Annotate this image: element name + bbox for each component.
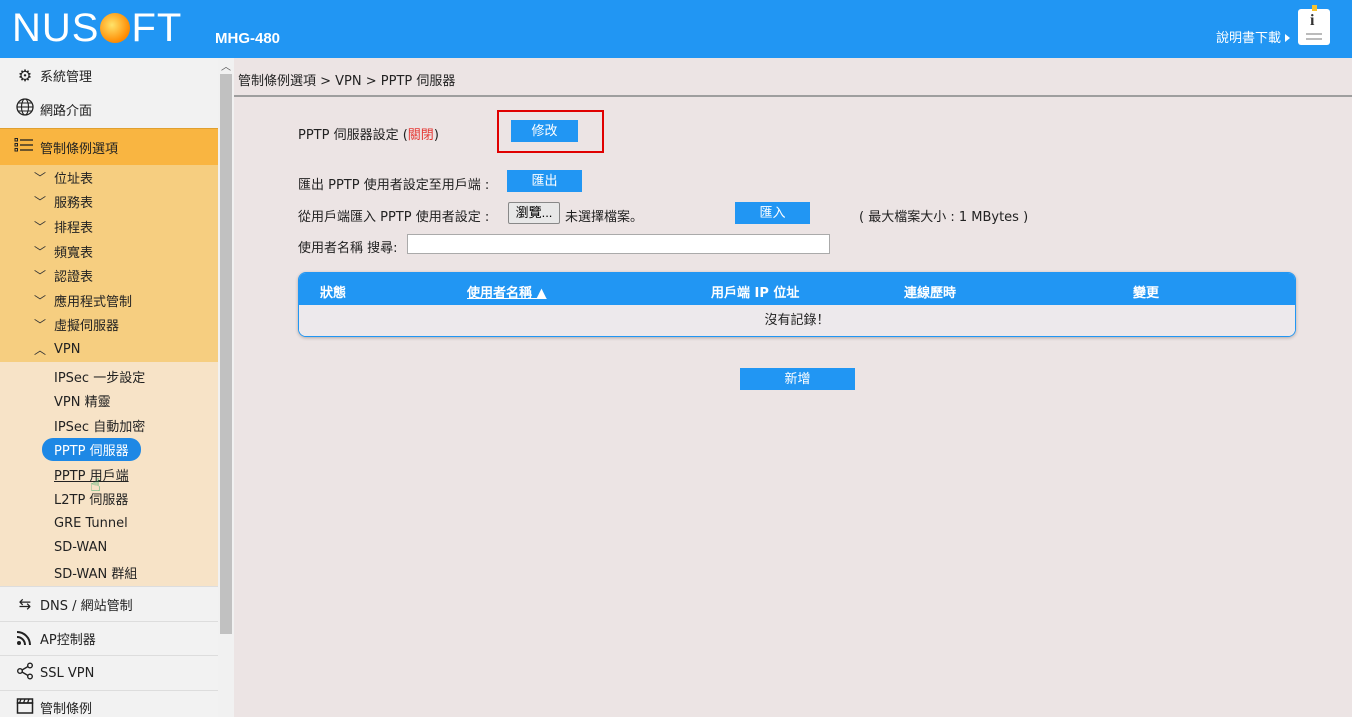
sidebar-item-bandwidth[interactable]: ﹀ 頻寬表 bbox=[0, 239, 218, 264]
chevron-up-icon: ︿ bbox=[34, 342, 47, 357]
scroll-up-icon[interactable]: ︿ bbox=[221, 58, 231, 73]
col-change[interactable]: 變更 bbox=[1133, 282, 1159, 301]
empty-row: 沒有記錄！ bbox=[299, 305, 1295, 336]
top-header: NUS FT MHG-480 說明書下載 i bbox=[0, 0, 1352, 58]
import-label: 從用戶端匯入 PPTP 使用者設定 : bbox=[298, 210, 490, 225]
chevron-down-icon: ﹀ bbox=[34, 170, 47, 185]
sidebar-item-system[interactable]: ⚙ 系統管理 bbox=[0, 58, 218, 92]
clapper-icon bbox=[14, 697, 36, 717]
globe-icon bbox=[14, 98, 36, 120]
model-name: MHG-480 bbox=[215, 30, 281, 47]
table-header: 狀態 使用者名稱 ▲ 用戶端 IP 位址 連線歷時 變更 bbox=[299, 273, 1295, 305]
col-status[interactable]: 狀態 bbox=[320, 282, 346, 301]
info-document-icon[interactable]: i bbox=[1298, 5, 1330, 45]
modify-button[interactable]: 修改 bbox=[511, 120, 578, 142]
max-size-text: ( 最大檔案大小 : 1 MBytes ) bbox=[859, 210, 1029, 225]
sidebar-item-vpn[interactable]: ︿ VPN bbox=[0, 337, 218, 362]
import-button[interactable]: 匯入 bbox=[735, 202, 810, 224]
gear-icon: ⚙ bbox=[17, 65, 33, 85]
server-status: 關閉 bbox=[407, 128, 434, 143]
sidebar-item-l2tp-server[interactable]: L2TP 伺服器 bbox=[0, 486, 218, 511]
col-username[interactable]: 使用者名稱 ▲ bbox=[467, 282, 547, 301]
breadcrumb: 管制條例選項 > VPN > PPTP 伺服器 bbox=[238, 74, 456, 89]
wifi-icon bbox=[14, 628, 36, 650]
hand-cursor-icon: ☝ bbox=[90, 475, 101, 496]
search-label: 使用者名稱 搜尋: bbox=[298, 241, 398, 256]
scrollbar-thumb[interactable] bbox=[220, 74, 232, 634]
sidebar-item-ap-controller[interactable]: AP控制器 bbox=[0, 620, 218, 656]
sidebar-item-app-control[interactable]: ﹀ 應用程式管制 bbox=[0, 288, 218, 313]
chevron-down-icon: ﹀ bbox=[34, 269, 47, 284]
play-arrow-icon bbox=[1285, 34, 1290, 42]
export-button[interactable]: 匯出 bbox=[507, 170, 582, 192]
sidebar-item-ssl-vpn[interactable]: SSL VPN bbox=[0, 655, 218, 690]
sidebar: ⚙ 系統管理 網路介面 管制條例選項 ﹀ 位址表 ﹀ 服務表 ﹀ 排程表 ﹀ 頻寬表 ﹀… bbox=[0, 58, 218, 717]
list-icon bbox=[14, 137, 36, 157]
sidebar-item-schedule[interactable]: ﹀ 排程表 bbox=[0, 214, 218, 239]
pptp-user-table: 狀態 使用者名稱 ▲ 用戶端 IP 位址 連線歷時 變更 沒有記錄！ bbox=[298, 272, 1296, 337]
sidebar-item-auth[interactable]: ﹀ 認證表 bbox=[0, 263, 218, 288]
nusoft-logo: NUS FT bbox=[12, 6, 183, 50]
breadcrumb-divider bbox=[234, 95, 1352, 97]
share-icon bbox=[14, 662, 36, 684]
col-duration[interactable]: 連線歷時 bbox=[904, 282, 956, 301]
sidebar-item-vpn-wizard[interactable]: VPN 精靈 bbox=[0, 388, 218, 413]
sidebar-item-pptp-client[interactable]: PPTP 用戶端 bbox=[0, 462, 218, 487]
sidebar-item-gre-tunnel[interactable]: GRE Tunnel bbox=[0, 511, 218, 536]
sidebar-item-ipsec-auto[interactable]: IPSec 自動加密 bbox=[0, 413, 218, 438]
add-button[interactable]: 新增 bbox=[740, 368, 855, 390]
sidebar-scrollbar[interactable]: ︿ bbox=[218, 58, 234, 717]
manual-download-link[interactable]: 說明書下載 bbox=[1216, 27, 1290, 46]
sidebar-item-network[interactable]: 網路介面 bbox=[0, 92, 218, 126]
server-setting-label: PPTP 伺服器設定 (關閉) bbox=[298, 128, 439, 143]
no-file-text: 未選擇檔案。 bbox=[565, 210, 644, 225]
main-content: 管制條例選項 > VPN > PPTP 伺服器 PPTP 伺服器設定 (關閉) … bbox=[234, 58, 1352, 717]
chevron-down-icon: ﹀ bbox=[34, 244, 47, 259]
chevron-down-icon: ﹀ bbox=[34, 318, 47, 333]
export-label: 匯出 PPTP 使用者設定至用戶端 : bbox=[298, 178, 490, 193]
chevron-down-icon: ﹀ bbox=[34, 195, 47, 210]
sync-icon: ⇆ bbox=[18, 595, 32, 613]
sidebar-item-policy[interactable]: 管制條例 bbox=[0, 689, 218, 717]
sidebar-item-dns[interactable]: ⇆ DNS / 網站管制 bbox=[0, 586, 218, 621]
chevron-down-icon: ﹀ bbox=[34, 293, 47, 308]
chevron-down-icon: ﹀ bbox=[34, 219, 47, 234]
policy-sub-menu: ﹀ 位址表 ﹀ 服務表 ﹀ 排程表 ﹀ 頻寬表 ﹀ 認證表 ﹀ 應用程式管制 ﹀ 虛擬伺服器 … bbox=[0, 165, 218, 362]
vpn-sub-menu: IPSec 一步設定 VPN 精靈 IPSec 自動加密 PPTP 伺服器 PP… bbox=[0, 361, 218, 587]
sidebar-item-sd-wan-group[interactable]: SD-WAN 群組 bbox=[0, 560, 218, 585]
username-search-input[interactable] bbox=[407, 234, 830, 254]
col-client-ip[interactable]: 用戶端 IP 位址 bbox=[711, 282, 799, 301]
sidebar-item-pptp-server[interactable]: PPTP 伺服器 bbox=[0, 437, 218, 462]
sidebar-item-service[interactable]: ﹀ 服務表 bbox=[0, 190, 218, 215]
browse-button[interactable]: 瀏覽... bbox=[508, 202, 560, 224]
sidebar-section-policy-options[interactable]: 管制條例選項 bbox=[0, 128, 218, 165]
sidebar-item-virtual-server[interactable]: ﹀ 虛擬伺服器 bbox=[0, 313, 218, 338]
sidebar-item-address[interactable]: ﹀ 位址表 bbox=[0, 165, 218, 190]
sidebar-item-ipsec-quick[interactable]: IPSec 一步設定 bbox=[0, 364, 218, 389]
sidebar-item-sd-wan[interactable]: SD-WAN bbox=[0, 535, 218, 560]
